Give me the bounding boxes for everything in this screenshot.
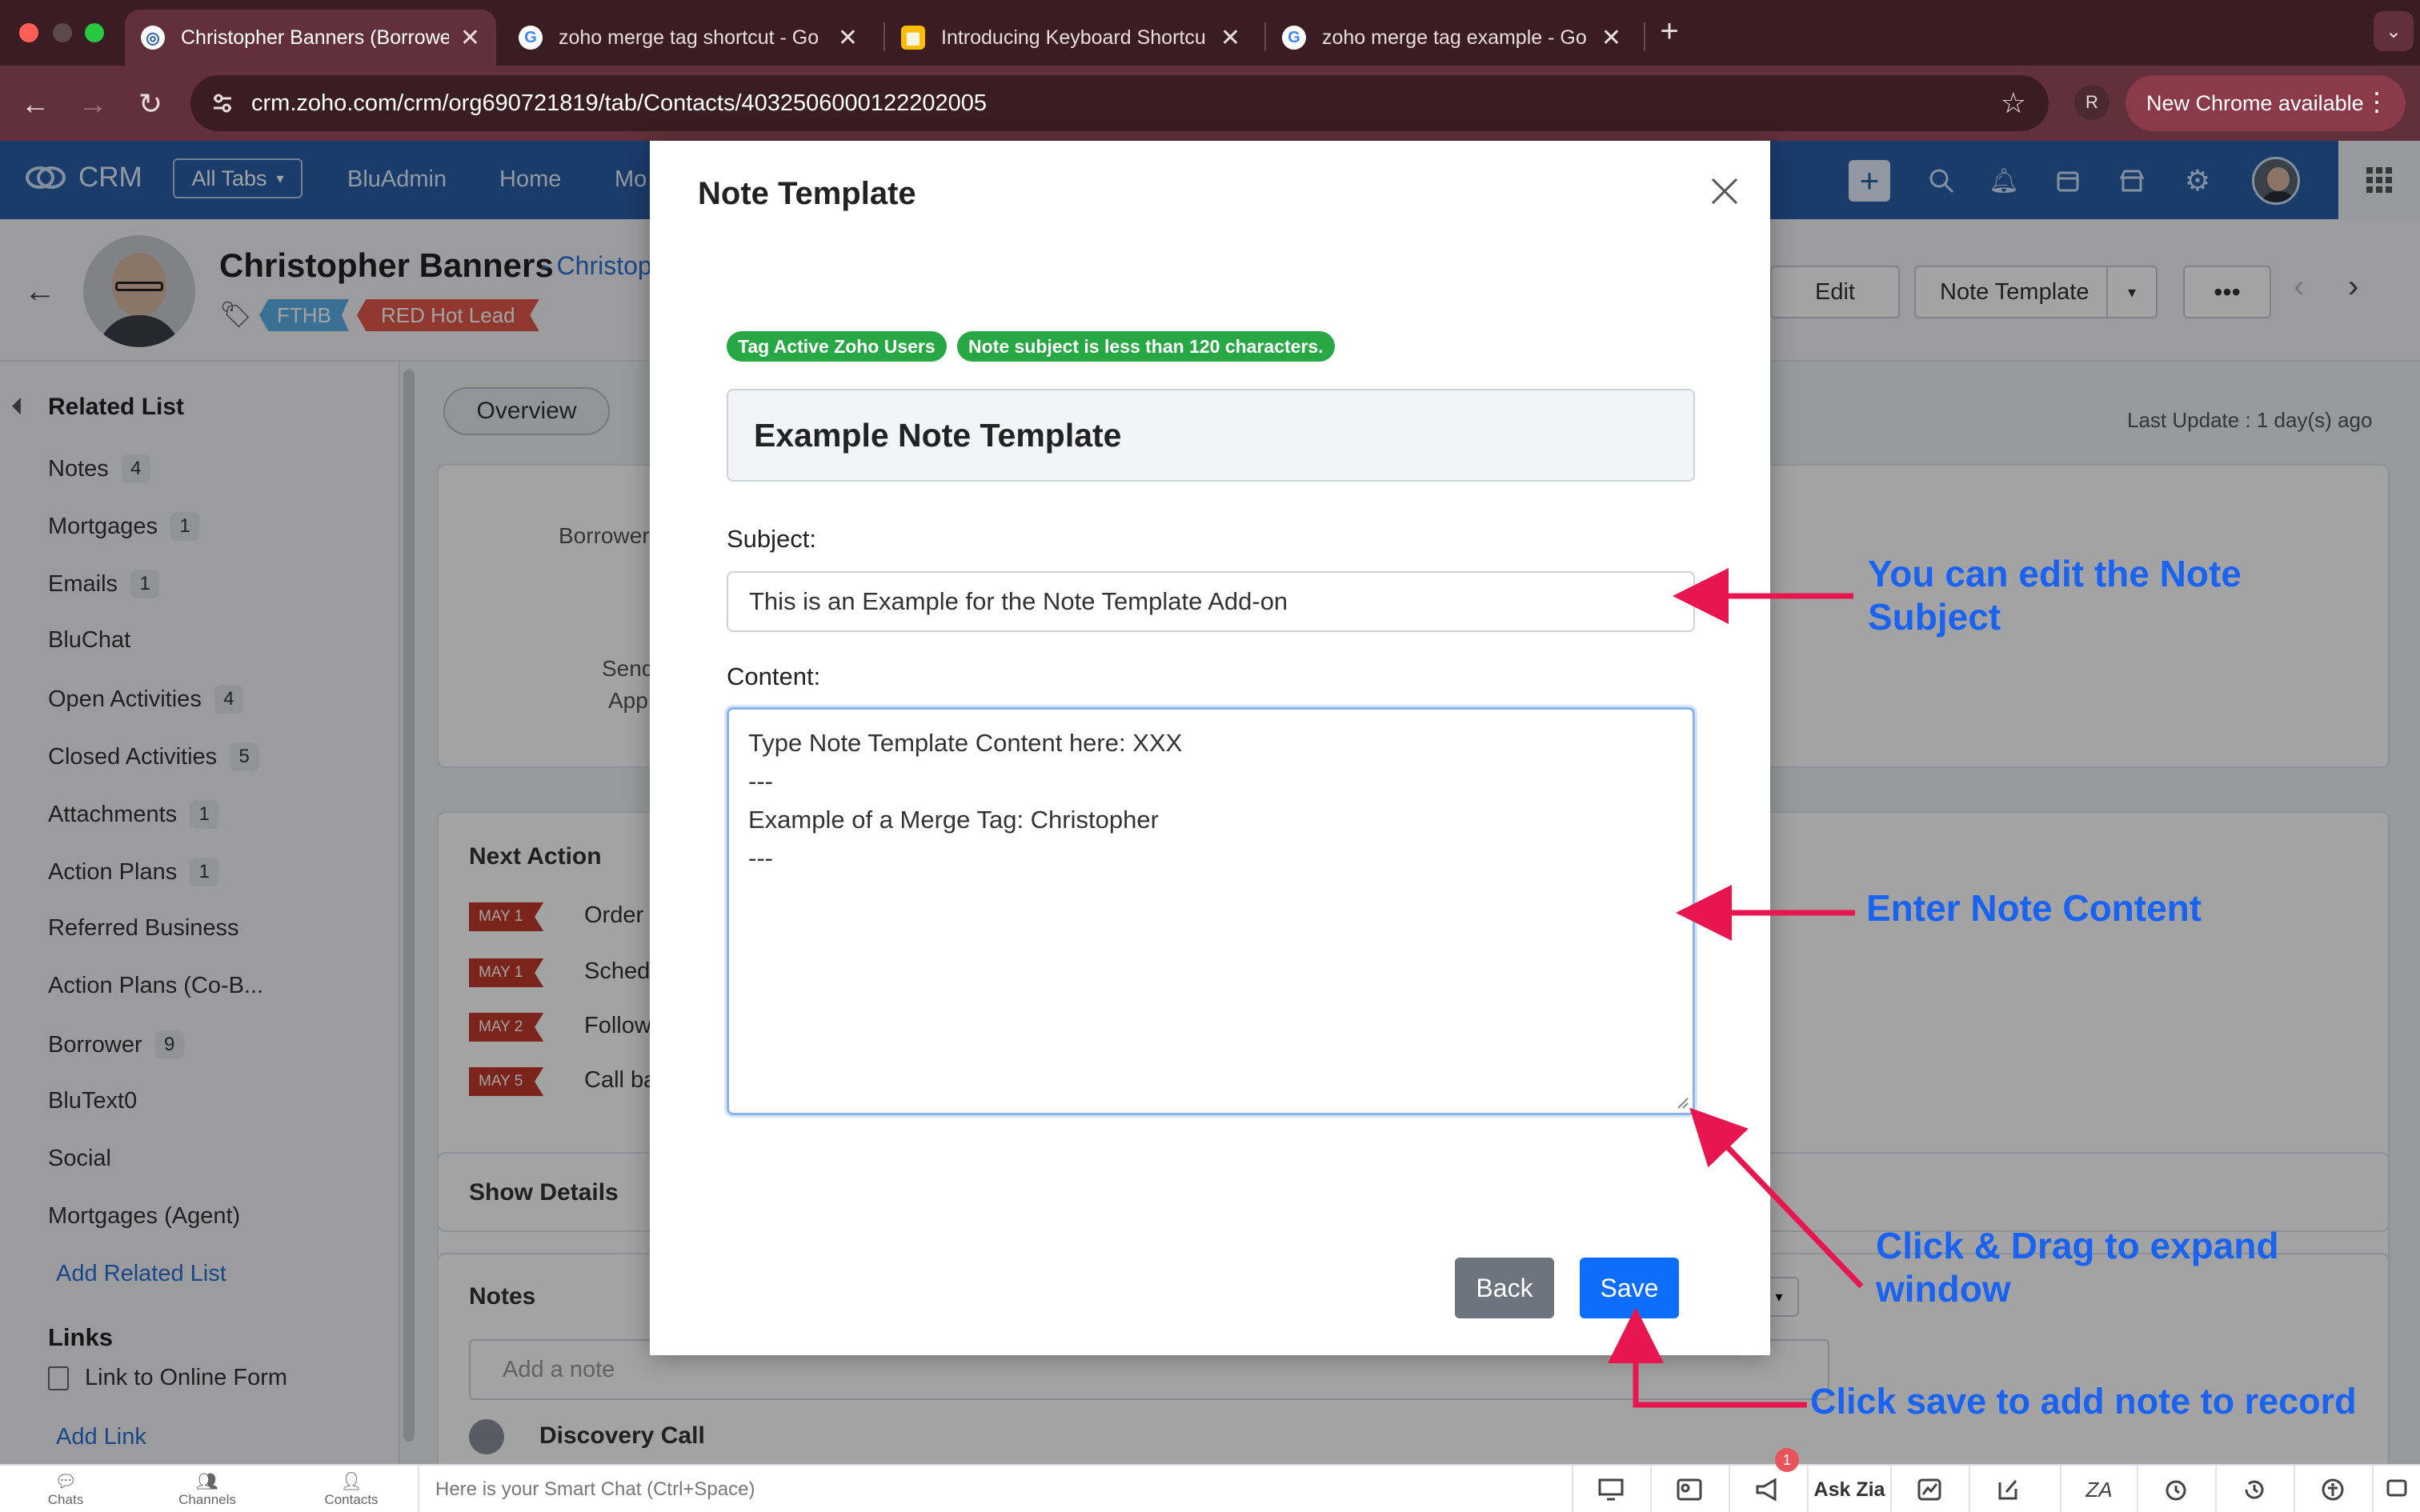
- annotation-subject: You can edit the Note Subject: [1868, 552, 2242, 638]
- back-button[interactable]: Back: [1455, 1258, 1554, 1318]
- close-tab-icon[interactable]: ✕: [460, 24, 480, 52]
- google-favicon-icon: G: [519, 26, 543, 50]
- feedback-icon[interactable]: [2372, 1466, 2420, 1512]
- annotation-save: Click save to add note to record: [1810, 1381, 2357, 1422]
- share-out-icon[interactable]: [1969, 1466, 2045, 1512]
- browser-tab-bar: ◎ Christopher Banners (Borrower ✕ G zoho…: [0, 0, 2420, 66]
- template-name-field: Example Note Template: [727, 389, 1695, 482]
- subject-value: This is an Example for the Note Template…: [749, 587, 1288, 615]
- new-chrome-available-button[interactable]: New Chrome available ⋮: [2126, 75, 2406, 131]
- url-text: crm.zoho.com/crm/org690721819/tab/Contac…: [251, 90, 987, 116]
- annotation-line: Click & Drag to expand: [1876, 1225, 2279, 1266]
- contacts-label: Contacts: [324, 1492, 379, 1507]
- reload-icon[interactable]: ↻: [128, 82, 173, 126]
- new-tab-icon[interactable]: +: [1653, 13, 1685, 50]
- minimize-window-button[interactable]: [53, 23, 72, 42]
- alarm-clock-icon[interactable]: [2137, 1466, 2214, 1512]
- bottom-bar: 💬︎ Chats 👥︎ Channels 👤︎ Contacts Here is yo…: [0, 1448, 2420, 1512]
- google-favicon-icon: G: [1282, 26, 1306, 50]
- close-tab-icon[interactable]: ✕: [1220, 24, 1240, 52]
- subject-label: Subject:: [727, 525, 817, 553]
- save-button[interactable]: Save: [1580, 1258, 1679, 1318]
- tab-title: Christopher Banners (Borrower: [181, 26, 449, 49]
- content-line: ---: [748, 844, 773, 872]
- tab-divider: [1644, 22, 1645, 51]
- content-textarea[interactable]: Type Note Template Content here: XXX ---…: [727, 707, 1695, 1115]
- zoho-crm-favicon-icon: ◎: [141, 26, 165, 50]
- back-arrow-icon[interactable]: ←: [13, 82, 58, 126]
- tag-active-users-badge: Tag Active Zoho Users: [727, 331, 947, 362]
- annotation-content: Enter Note Content: [1866, 887, 2202, 929]
- contact-person-icon: 👤︎: [340, 1471, 363, 1491]
- resize-handle-icon[interactable]: [1677, 1097, 1689, 1110]
- browser-toolbar: ← → ↻ crm.zoho.com/crm/org690721819/tab/…: [0, 66, 2420, 141]
- zia-icon[interactable]: ZA: [2060, 1466, 2137, 1512]
- update-label: New Chrome available: [2146, 90, 2364, 115]
- address-bar[interactable]: crm.zoho.com/crm/org690721819/tab/Contac…: [190, 75, 2049, 131]
- tab-search-icon[interactable]: ⌄: [2374, 11, 2414, 51]
- more-vert-icon[interactable]: ⋮: [2364, 86, 2390, 117]
- modal-title: Note Template: [698, 176, 916, 211]
- content-line: Example of a Merge Tag: Christopher: [748, 806, 1159, 834]
- ask-zia-label: Ask Zia: [1813, 1478, 1885, 1501]
- slides-favicon-icon: ▦: [901, 26, 925, 50]
- content-label: Content:: [727, 662, 821, 690]
- channels-icon: 👥︎: [196, 1471, 218, 1491]
- browser-tab-2[interactable]: G zoho merge tag shortcut - Go ✕: [503, 10, 874, 66]
- profile-avatar[interactable]: R: [2074, 85, 2109, 120]
- annotation-line: Subject: [1868, 596, 2001, 638]
- save-label: Save: [1600, 1273, 1659, 1302]
- close-window-button[interactable]: [19, 23, 38, 42]
- tab-title: Introducing Keyboard Shortcu: [941, 26, 1206, 49]
- chats-label: Chats: [47, 1492, 84, 1507]
- accessibility-icon[interactable]: [2294, 1466, 2370, 1512]
- annotation-line: window: [1876, 1268, 2011, 1310]
- bookmark-star-icon[interactable]: ☆: [2001, 86, 2026, 120]
- close-icon[interactable]: [1705, 171, 1745, 211]
- subject-input[interactable]: This is an Example for the Note Template…: [727, 571, 1695, 632]
- channels-button[interactable]: 👥︎ Channels: [171, 1466, 243, 1512]
- close-tab-icon[interactable]: ✕: [1601, 24, 1621, 52]
- channels-label: Channels: [178, 1492, 236, 1507]
- chat-bubble-icon: 💬︎: [54, 1471, 77, 1491]
- contacts-button[interactable]: 👤︎ Contacts: [317, 1466, 386, 1512]
- subject-length-badge: Note subject is less than 120 characters…: [957, 331, 1335, 362]
- forward-arrow-icon[interactable]: →: [70, 82, 115, 126]
- announcement-icon[interactable]: 1: [1729, 1448, 1805, 1512]
- note-template-modal: Note Template Tag Active Zoho Users Note…: [650, 141, 1770, 1355]
- tab-title: zoho merge tag example - Go: [1322, 26, 1587, 49]
- site-settings-icon[interactable]: [210, 90, 235, 116]
- content-line: ---: [748, 767, 773, 795]
- template-name: Example Note Template: [754, 416, 1122, 454]
- browser-tab-1[interactable]: ◎ Christopher Banners (Borrower ✕: [125, 10, 496, 66]
- annotation-resize: Click & Drag to expand window: [1876, 1224, 2279, 1310]
- back-label: Back: [1476, 1273, 1533, 1302]
- annotation-line: You can edit the Note: [1868, 553, 2242, 594]
- close-tab-icon[interactable]: ✕: [838, 24, 858, 52]
- analytics-icon[interactable]: [1890, 1466, 1967, 1512]
- smart-chat-input[interactable]: Here is your Smart Chat (Ctrl+Space): [418, 1466, 1570, 1512]
- contact-card-icon[interactable]: [1650, 1466, 1727, 1512]
- browser-tab-3[interactable]: ▦ Introducing Keyboard Shortcu ✕: [885, 10, 1256, 66]
- screen-share-icon[interactable]: [1572, 1466, 1649, 1512]
- browser-tab-4[interactable]: G zoho merge tag example - Go ✕: [1266, 10, 1637, 66]
- ask-zia-button[interactable]: Ask Zia: [1807, 1466, 1890, 1512]
- content-line: Type Note Template Content here: XXX: [748, 729, 1183, 757]
- maximize-window-button[interactable]: [85, 23, 104, 42]
- tab-title: zoho merge tag shortcut - Go: [559, 26, 819, 49]
- chats-button[interactable]: 💬︎ Chats: [40, 1466, 91, 1512]
- notification-count-badge: 1: [1775, 1448, 1799, 1472]
- smart-chat-placeholder: Here is your Smart Chat (Ctrl+Space): [435, 1478, 755, 1500]
- history-icon[interactable]: [2215, 1466, 2292, 1512]
